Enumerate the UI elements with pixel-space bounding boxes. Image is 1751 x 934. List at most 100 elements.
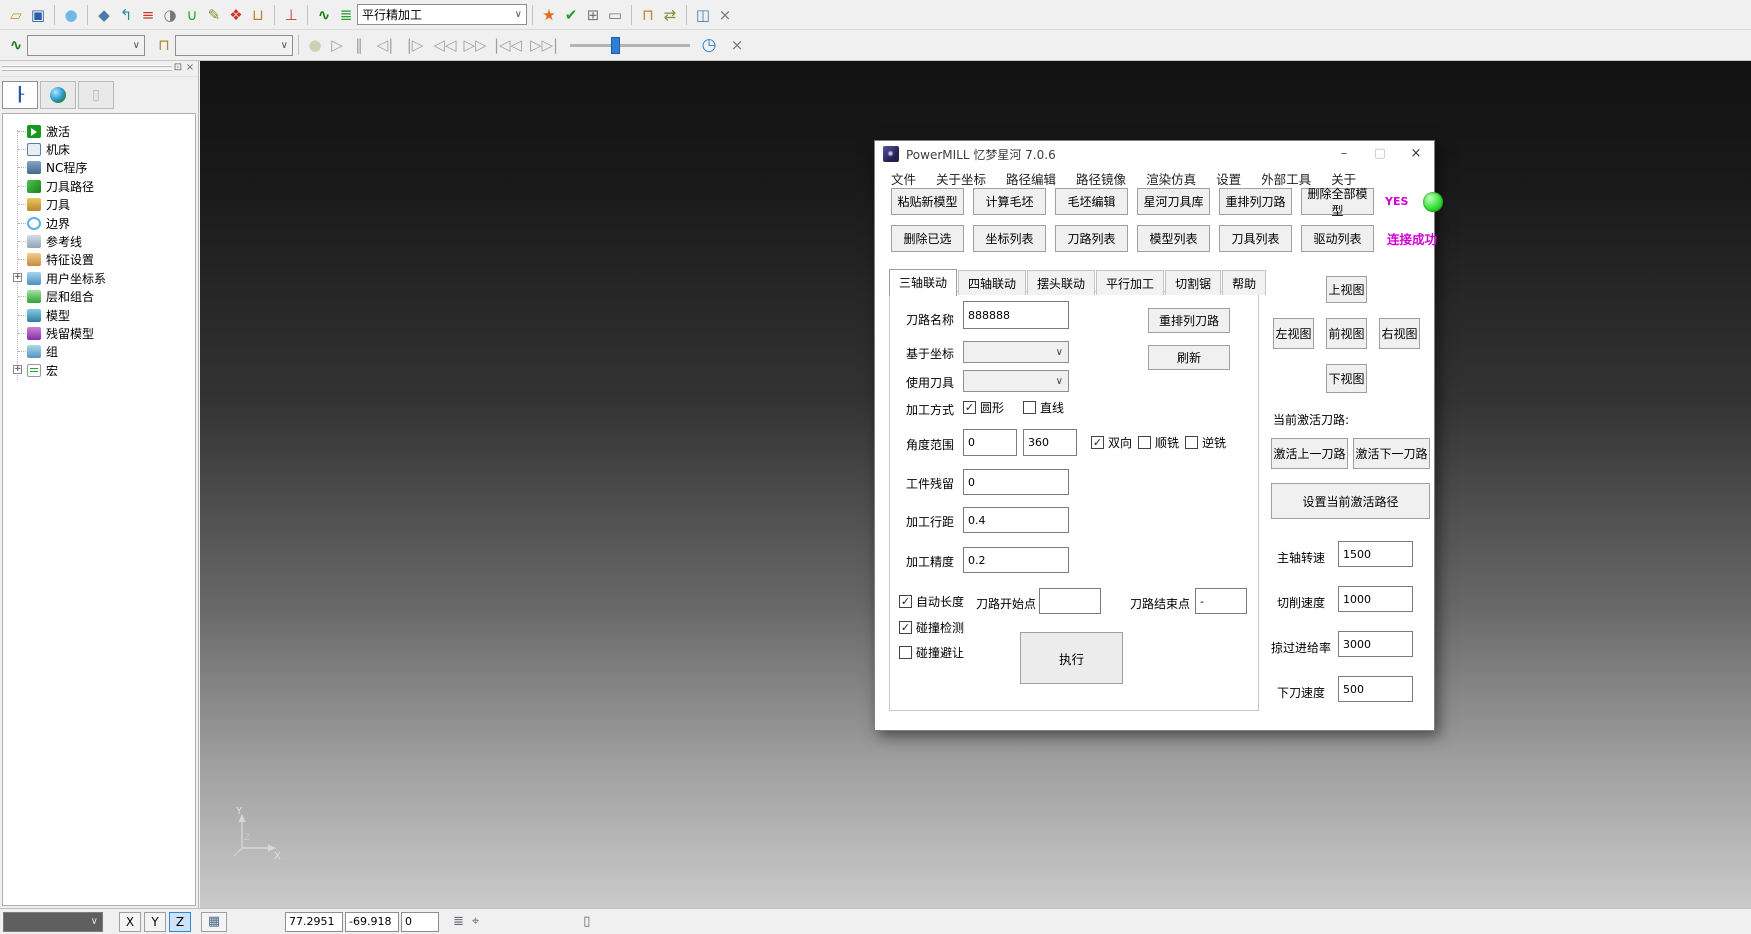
step-back-icon[interactable]: ◁| bbox=[370, 34, 400, 56]
mode-line-checkbox[interactable]: 直线 bbox=[1023, 399, 1064, 416]
menu-file[interactable]: 文件 bbox=[881, 169, 926, 188]
coord-dropdown[interactable]: ∨ bbox=[963, 341, 1069, 363]
blue-sphere-icon[interactable]: ● bbox=[60, 4, 82, 26]
grid-snap-button[interactable]: ▦ bbox=[201, 912, 227, 932]
tool-pair-icon[interactable]: ⊓ bbox=[637, 4, 659, 26]
tab-swivel-head[interactable]: 摆头联动 bbox=[1027, 270, 1095, 295]
tab-recycle-bin[interactable]: ▯ bbox=[78, 81, 114, 109]
float-panel-icon[interactable]: ⊡ bbox=[172, 62, 184, 74]
simulation-speed-slider[interactable] bbox=[570, 44, 690, 47]
u-channel-tool-icon[interactable]: ∪ bbox=[181, 4, 203, 26]
end-point-input[interactable] bbox=[1195, 588, 1247, 614]
toolpath-name-input[interactable] bbox=[963, 301, 1069, 329]
tree-item-workplanes[interactable]: +用户坐标系 bbox=[7, 269, 195, 287]
expand-icon[interactable]: + bbox=[13, 273, 22, 282]
tolerance-input[interactable] bbox=[963, 547, 1069, 573]
checkbox-unchecked[interactable] bbox=[899, 646, 912, 659]
checkbox-unchecked[interactable] bbox=[1138, 436, 1151, 449]
play-icon[interactable]: ▷ bbox=[326, 34, 348, 56]
menu-path-edit[interactable]: 路径编辑 bbox=[996, 169, 1066, 188]
menu-render-sim[interactable]: 渲染仿真 bbox=[1136, 169, 1206, 188]
tab-web-view[interactable] bbox=[40, 81, 76, 109]
start-point-input[interactable] bbox=[1039, 588, 1101, 614]
maximize-icon[interactable]: ▢ bbox=[1362, 141, 1398, 167]
fast-forward-icon[interactable]: ▷▷ bbox=[460, 34, 490, 56]
plunge-feed-input[interactable] bbox=[1338, 676, 1413, 702]
tree-item-stock-models[interactable]: 残留模型 bbox=[7, 324, 195, 342]
set-active-path-button[interactable]: 设置当前激活路径 bbox=[1271, 483, 1430, 519]
bidirectional-checkbox[interactable]: ✓ 双向 bbox=[1091, 434, 1132, 451]
step-forward-icon[interactable]: |▷ bbox=[400, 34, 430, 56]
tree-item-groups[interactable]: 组 bbox=[7, 343, 195, 361]
tool-holder-icon[interactable]: ⊥ bbox=[280, 4, 302, 26]
calculator-icon[interactable]: ⊞ bbox=[582, 4, 604, 26]
checkbox-checked[interactable]: ✓ bbox=[899, 595, 912, 608]
model-list-button[interactable]: 模型列表 bbox=[1137, 225, 1210, 252]
tree-item-tools[interactable]: 刀具 bbox=[7, 196, 195, 214]
toolbar-close-icon[interactable]: × bbox=[714, 4, 736, 26]
cutting-feed-input[interactable] bbox=[1338, 586, 1413, 612]
verify-tool-icon[interactable]: ✔ bbox=[560, 4, 582, 26]
lightbulb-icon[interactable]: ● bbox=[304, 34, 326, 56]
minimize-icon[interactable]: – bbox=[1326, 141, 1362, 167]
tool-select-dropdown[interactable]: ∨ bbox=[175, 35, 293, 56]
angle-from-input[interactable] bbox=[963, 429, 1017, 456]
toolpath-list-button[interactable]: 刀路列表 bbox=[1055, 225, 1128, 252]
tree-item-levels-sets[interactable]: 层和组合 bbox=[7, 288, 195, 306]
tool-select-icon[interactable]: ⊓ bbox=[153, 34, 175, 56]
menu-path-mirror[interactable]: 路径镜像 bbox=[1066, 169, 1136, 188]
collision-avoid-checkbox[interactable]: 碰撞避让 bbox=[899, 644, 964, 661]
stock-allowance-input[interactable] bbox=[963, 469, 1069, 495]
tool-library-button[interactable]: 星河刀具库 bbox=[1137, 188, 1210, 215]
axis-x-button[interactable]: X bbox=[119, 912, 141, 932]
menu-settings[interactable]: 设置 bbox=[1206, 169, 1251, 188]
calc-block-button[interactable]: 计算毛坯 bbox=[973, 188, 1046, 215]
checkbox-unchecked[interactable] bbox=[1185, 436, 1198, 449]
points-icon[interactable]: ❖ bbox=[225, 4, 247, 26]
pencil-tool-icon[interactable]: ✎ bbox=[203, 4, 225, 26]
angle-to-input[interactable] bbox=[1023, 429, 1077, 456]
panel-grip[interactable]: ⊡ × bbox=[0, 61, 198, 77]
delete-selected-button[interactable]: 删除已选 bbox=[891, 225, 964, 252]
paste-new-model-button[interactable]: 粘贴新模型 bbox=[891, 188, 964, 215]
view-top-button[interactable]: 上视图 bbox=[1326, 276, 1367, 303]
tool-block-icon[interactable]: ⊔ bbox=[247, 4, 269, 26]
skim-feed-input[interactable] bbox=[1338, 631, 1413, 657]
position-target-icon[interactable]: ⌖ bbox=[472, 914, 479, 929]
tab-3axis[interactable]: 三轴联动 bbox=[889, 269, 957, 296]
levels-icon[interactable]: ≡ bbox=[137, 4, 159, 26]
axis-y-button[interactable]: Y bbox=[144, 912, 166, 932]
tree-item-nc-programs[interactable]: NC程序 bbox=[7, 159, 195, 177]
tree-item-patterns[interactable]: 参考线 bbox=[7, 232, 195, 250]
tab-4axis[interactable]: 四轴联动 bbox=[958, 270, 1026, 295]
tree-item-models[interactable]: 模型 bbox=[7, 306, 195, 324]
view-left-button[interactable]: 左视图 bbox=[1273, 318, 1314, 349]
axis-z-button[interactable]: Z bbox=[169, 912, 191, 932]
checkbox-unchecked[interactable] bbox=[1023, 401, 1036, 414]
block-icon[interactable]: ◆ bbox=[93, 4, 115, 26]
menu-coords[interactable]: 关于坐标 bbox=[926, 169, 996, 188]
toolpath-icon[interactable]: ∿ bbox=[313, 4, 335, 26]
go-to-end-icon[interactable]: ▷▷| bbox=[526, 34, 562, 56]
cursor-x-input[interactable] bbox=[285, 912, 343, 932]
coord-list-button[interactable]: 坐标列表 bbox=[973, 225, 1046, 252]
coordinate-list-icon[interactable]: ≣ bbox=[453, 914, 464, 929]
ruler-icon[interactable]: ▭ bbox=[604, 4, 626, 26]
tab-parallel[interactable]: 平行加工 bbox=[1096, 270, 1164, 295]
clock-icon[interactable]: ◷ bbox=[698, 34, 720, 56]
tree-item-feature-sets[interactable]: 特征设置 bbox=[7, 251, 195, 269]
tree-item-machine[interactable]: 机床 bbox=[7, 140, 195, 158]
refresh-button[interactable]: 刷新 bbox=[1148, 345, 1230, 370]
spindle-speed-input[interactable] bbox=[1338, 541, 1413, 567]
checkbox-checked[interactable]: ✓ bbox=[963, 401, 976, 414]
cursor-z-input[interactable] bbox=[401, 912, 439, 932]
close-panel-icon[interactable]: × bbox=[184, 62, 196, 74]
collision-check-checkbox[interactable]: ✓ 碰撞检测 bbox=[899, 619, 964, 636]
tree-item-toolpaths[interactable]: 刀具路径 bbox=[7, 177, 195, 195]
mode-circle-checkbox[interactable]: ✓ 圆形 bbox=[963, 399, 1004, 416]
status-dropdown[interactable]: ∨ bbox=[3, 912, 103, 932]
ball-tool-icon[interactable]: ◑ bbox=[159, 4, 181, 26]
fox-star-icon[interactable]: ★ bbox=[538, 4, 560, 26]
open-project-icon[interactable]: ▱ bbox=[5, 4, 27, 26]
tool-dropdown[interactable]: ∨ bbox=[963, 370, 1069, 392]
